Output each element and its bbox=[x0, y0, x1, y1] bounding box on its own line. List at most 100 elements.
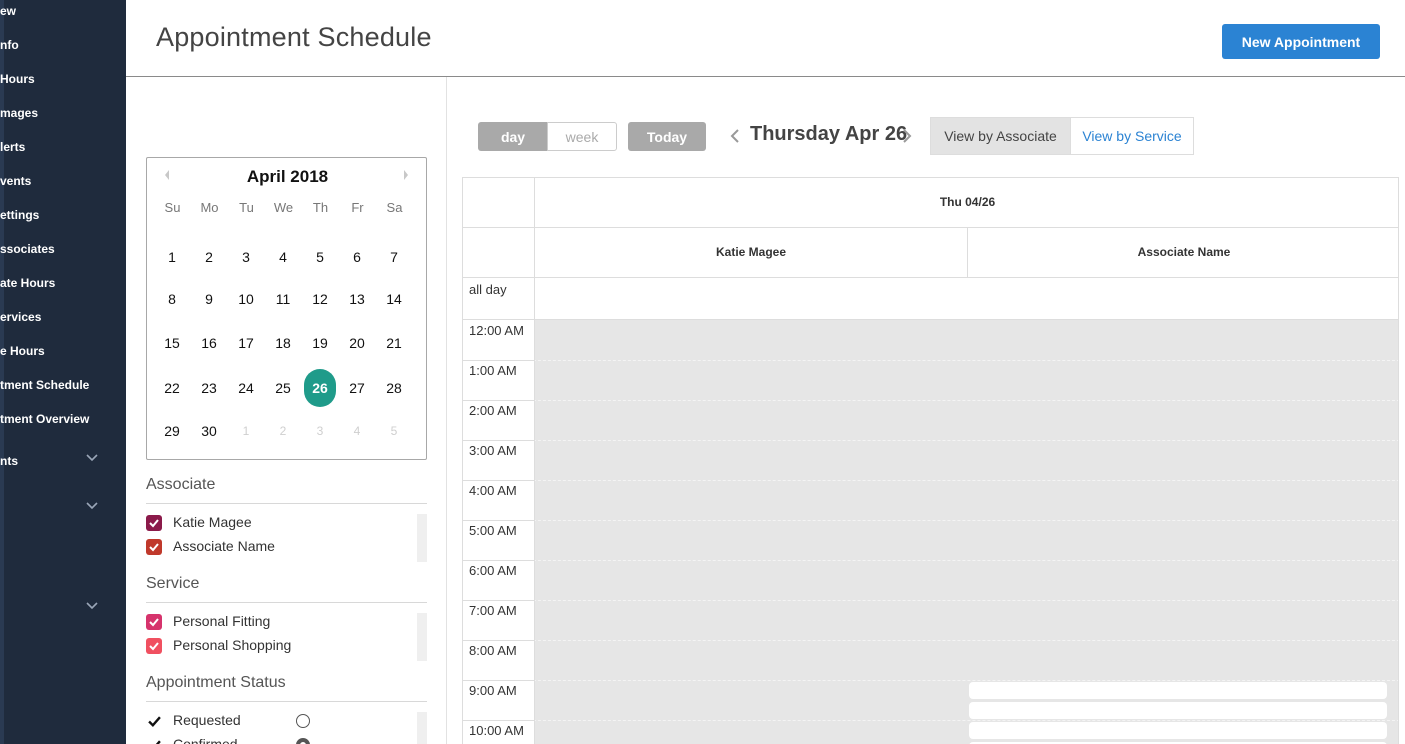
calendar-day[interactable]: 13 bbox=[341, 283, 373, 315]
sidebar-group-collapsed-1[interactable] bbox=[0, 498, 126, 520]
today-button[interactable]: Today bbox=[628, 122, 706, 151]
page-title: Appointment Schedule bbox=[156, 22, 432, 52]
view-by-associate-button[interactable]: View by Associate bbox=[930, 117, 1071, 155]
all-day-row[interactable]: all day bbox=[463, 278, 1398, 320]
slot-divider bbox=[463, 560, 535, 561]
available-slot[interactable] bbox=[969, 722, 1387, 739]
sidebar-item-appointment-schedule[interactable]: tment Schedule bbox=[0, 374, 126, 396]
calendar-day[interactable]: 6 bbox=[341, 241, 373, 273]
time-label: 10:00 AM bbox=[469, 723, 524, 738]
slot-divider bbox=[463, 680, 1398, 681]
chevron-right-icon[interactable] bbox=[902, 129, 912, 143]
checkbox-checked-icon[interactable] bbox=[146, 515, 162, 531]
scrollbar[interactable] bbox=[417, 514, 427, 562]
calendar-day[interactable]: 5 bbox=[304, 241, 336, 273]
calendar-day[interactable]: 4 bbox=[341, 415, 373, 447]
week-view-button[interactable]: week bbox=[547, 122, 617, 151]
sidebar-item-associate-hours[interactable]: ate Hours bbox=[0, 272, 126, 294]
sidebar-item-alerts[interactable]: lerts bbox=[0, 136, 126, 158]
radio-button[interactable] bbox=[296, 714, 310, 728]
sidebar-item-settings[interactable]: ettings bbox=[0, 204, 126, 226]
slot-divider bbox=[463, 560, 1398, 561]
slot-divider bbox=[463, 640, 1398, 641]
calendar-day[interactable]: 14 bbox=[378, 283, 410, 315]
calendar-day[interactable]: 17 bbox=[230, 327, 262, 359]
checkbox-checked-icon[interactable] bbox=[146, 539, 162, 555]
sidebar: ew nfo Hours mages lerts vents ettings s… bbox=[0, 0, 126, 744]
column-header: Katie Magee bbox=[715, 245, 787, 259]
radio-button[interactable] bbox=[296, 738, 310, 744]
calendar-day[interactable]: 15 bbox=[156, 327, 188, 359]
calendar-day[interactable]: 24 bbox=[230, 372, 262, 404]
slot-divider bbox=[463, 480, 535, 481]
associate-filter-heading: Associate bbox=[146, 476, 216, 493]
calendar-day[interactable]: 1 bbox=[230, 415, 262, 447]
calendar-day[interactable]: 23 bbox=[193, 372, 225, 404]
all-day-label: all day bbox=[469, 282, 507, 297]
calendar-day[interactable]: 9 bbox=[193, 283, 225, 315]
time-slots[interactable]: 12:00 AM 1:00 AM 2:00 AM 3:00 AM 4:00 AM 5:00… bbox=[463, 320, 1398, 744]
calendar-day[interactable]: 1 bbox=[156, 241, 188, 273]
available-slot[interactable] bbox=[969, 682, 1387, 699]
date-header: Thu 04/26 bbox=[939, 195, 996, 209]
axis-cell bbox=[463, 228, 535, 277]
calendar-day[interactable]: 2 bbox=[267, 415, 299, 447]
sidebar-item-events-group[interactable]: nts bbox=[0, 450, 126, 472]
checkbox-checked-icon[interactable] bbox=[146, 737, 162, 744]
calendar-day[interactable]: 27 bbox=[341, 372, 373, 404]
chevron-left-icon[interactable] bbox=[730, 129, 740, 143]
sidebar-item-services[interactable]: ervices bbox=[0, 306, 126, 328]
sidebar-item-appointment-overview[interactable]: tment Overview bbox=[0, 408, 126, 430]
slot-divider bbox=[463, 440, 1398, 441]
calendar-day[interactable]: 3 bbox=[230, 241, 262, 273]
sidebar-item-images[interactable]: mages bbox=[0, 102, 126, 124]
time-label: 6:00 AM bbox=[469, 563, 517, 578]
sidebar-item-label: ssociates bbox=[0, 242, 55, 256]
checkbox-checked-icon[interactable] bbox=[146, 713, 162, 729]
checkbox-checked-icon[interactable] bbox=[146, 638, 162, 654]
calendar-day[interactable]: 4 bbox=[267, 241, 299, 273]
checkbox-checked-icon[interactable] bbox=[146, 614, 162, 630]
calendar-day[interactable]: 29 bbox=[156, 415, 188, 447]
calendar-day[interactable]: 3 bbox=[304, 415, 336, 447]
calendar-day[interactable]: 16 bbox=[193, 327, 225, 359]
divider bbox=[146, 503, 427, 504]
sidebar-item-hours[interactable]: Hours bbox=[0, 68, 126, 90]
calendar-day[interactable]: 18 bbox=[267, 327, 299, 359]
scrollbar[interactable] bbox=[417, 712, 427, 744]
mini-calendar: April 2018 Su Mo Tu We Th Fr Sa 12345678… bbox=[146, 157, 427, 460]
calendar-day-selected[interactable]: 26 bbox=[304, 369, 336, 407]
calendar-day[interactable]: 12 bbox=[304, 283, 336, 315]
scrollbar[interactable] bbox=[417, 613, 427, 661]
available-slot[interactable] bbox=[969, 702, 1387, 719]
calendar-day[interactable]: 5 bbox=[378, 415, 410, 447]
service-filter-label: Personal Shopping bbox=[173, 637, 292, 653]
calendar-day[interactable]: 10 bbox=[230, 283, 262, 315]
calendar-day[interactable]: 11 bbox=[267, 283, 299, 315]
calendar-day[interactable]: 8 bbox=[156, 283, 188, 315]
sidebar-group-collapsed-2[interactable] bbox=[0, 598, 126, 620]
sidebar-item-label: mages bbox=[0, 106, 39, 120]
time-label: 12:00 AM bbox=[469, 323, 524, 338]
chevron-right-icon[interactable] bbox=[402, 168, 412, 180]
sidebar-item-info[interactable]: nfo bbox=[0, 34, 126, 56]
time-label: 5:00 AM bbox=[469, 523, 517, 538]
calendar-day[interactable]: 30 bbox=[193, 415, 225, 447]
day-view-button[interactable]: day bbox=[478, 122, 548, 151]
calendar-day[interactable]: 2 bbox=[193, 241, 225, 273]
calendar-day[interactable]: 22 bbox=[156, 372, 188, 404]
calendar-day[interactable]: 7 bbox=[378, 241, 410, 273]
calendar-day[interactable]: 25 bbox=[267, 372, 299, 404]
calendar-day[interactable]: 21 bbox=[378, 327, 410, 359]
calendar-day[interactable]: 28 bbox=[378, 372, 410, 404]
sidebar-item-service-hours[interactable]: e Hours bbox=[0, 340, 126, 362]
view-by-service-button[interactable]: View by Service bbox=[1070, 117, 1194, 155]
sidebar-item-events[interactable]: vents bbox=[0, 170, 126, 192]
associate-header-row: Katie Magee Associate Name bbox=[463, 228, 1398, 278]
calendar-day[interactable]: 19 bbox=[304, 327, 336, 359]
sidebar-item-overview[interactable]: ew bbox=[0, 0, 126, 22]
new-appointment-button[interactable]: New Appointment bbox=[1222, 24, 1380, 59]
calendar-day[interactable]: 20 bbox=[341, 327, 373, 359]
sidebar-item-associates[interactable]: ssociates bbox=[0, 238, 126, 260]
sidebar-item-label: ate Hours bbox=[0, 276, 56, 290]
